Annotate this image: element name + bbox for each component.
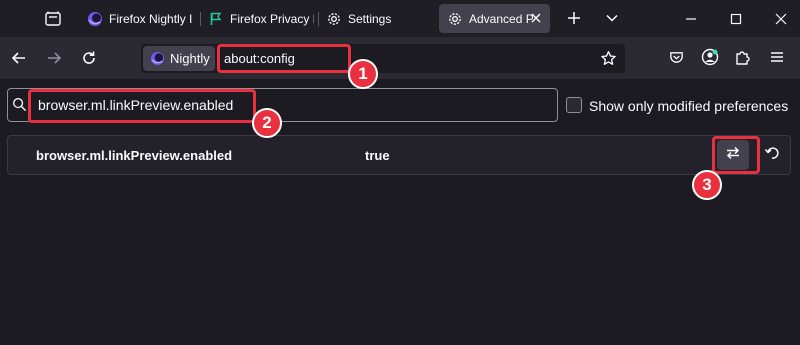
identity-box[interactable]: Nightly [143,46,215,71]
minimize-icon[interactable] [685,12,697,24]
close-window-icon[interactable] [775,12,787,25]
annotation-badge: 1 [348,59,378,89]
annotation-highlight-toggle [712,136,760,174]
tab-label: Advanced Pr [469,11,533,26]
tab-separator [318,12,319,26]
maximize-icon[interactable] [730,12,742,25]
back-arrow-icon[interactable] [10,49,28,67]
preference-value[interactable]: true [365,148,390,163]
tab-label: Firefox Privacy I [230,11,314,26]
annotation-badge: 3 [692,170,722,200]
close-tab-icon[interactable] [530,12,542,24]
annotation-badge: 2 [252,108,282,138]
tab-advanced-preferences[interactable]: Advanced Pr [439,4,550,33]
reload-icon[interactable] [80,49,98,67]
reset-preference-button[interactable] [762,145,782,165]
new-tab-icon[interactable] [566,10,582,26]
account-icon[interactable] [701,48,719,66]
nightly-logo-icon [150,51,165,66]
tab-firefox-privacy[interactable]: Firefox Privacy I [208,4,314,33]
chevron-down-icon[interactable] [605,11,619,25]
hamburger-menu-icon[interactable] [768,48,786,66]
tab-strip: Firefox Nightly I Firefox Privacy I Sett… [0,0,800,37]
show-modified-checkbox[interactable] [566,97,582,113]
gear-icon [326,11,342,27]
tab-label: Settings [348,11,392,26]
tab-settings[interactable]: Settings [326,4,426,33]
annotation-highlight-url [217,44,351,73]
preference-name: browser.ml.linkPreview.enabled [36,148,233,163]
tab-firefox-nightly[interactable]: Firefox Nightly I [87,4,197,33]
extensions-puzzle-icon[interactable] [734,48,752,66]
tab-separator [200,12,201,26]
search-icon [12,97,27,112]
nightly-logo-icon [87,11,103,27]
show-modified-label[interactable]: Show only modified preferences [589,98,788,114]
forward-arrow-icon[interactable] [45,49,63,67]
flag-icon [208,11,224,27]
pocket-icon[interactable] [667,48,685,66]
firefox-view-icon[interactable] [44,10,62,28]
identity-label: Nightly [170,51,210,66]
undo-arrow-icon [764,145,780,166]
star-bookmark-icon[interactable] [600,50,617,67]
gear-icon [447,11,463,27]
annotation-highlight-search [28,89,256,123]
tab-label: Firefox Nightly I [109,11,193,26]
